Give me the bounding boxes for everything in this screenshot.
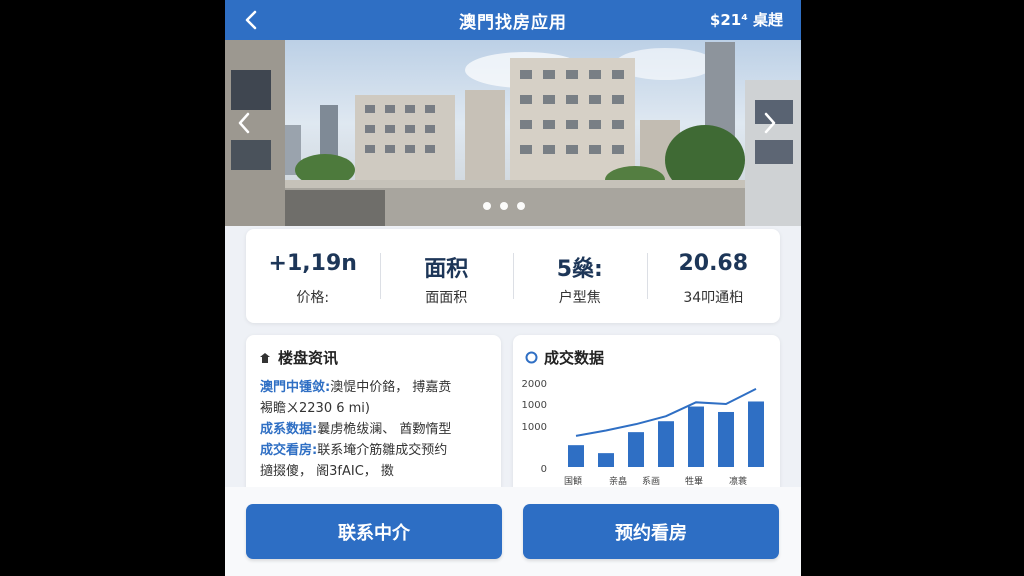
chart-bar — [628, 432, 644, 467]
x-tick-label: 系画 — [642, 476, 660, 487]
chart-bar — [748, 401, 764, 467]
stat-layout: 5燊: 户型焦 — [513, 229, 647, 323]
chart-bar — [568, 445, 584, 467]
carousel-dot[interactable] — [483, 202, 491, 210]
stat-label: 面面积 — [425, 290, 468, 306]
chart-bar — [658, 421, 674, 467]
y-tick-label: 0 — [541, 464, 547, 475]
transaction-chart: 2000 1000 1000 0 国顀 亲皛 系画 牲畢 凛蓑 — [513, 371, 780, 495]
bottom-action-bar: 联系中介 预约看房 — [225, 487, 801, 576]
book-viewing-button[interactable]: 预约看房 — [523, 504, 779, 559]
info-line: 裼瞻ㄨ2230 6 mi) — [260, 401, 370, 416]
stat-label: 价格: — [296, 290, 330, 306]
header-price-text[interactable]: $21⁴ 桌趕 — [710, 9, 783, 30]
stat-value: 5燊: — [556, 257, 603, 282]
carousel-dot[interactable] — [500, 202, 508, 210]
carousel-dots — [483, 202, 525, 210]
chart-bar — [598, 453, 614, 467]
info-line: 成系数据:曩虏桅绂澜、 酋覅惰型 — [260, 422, 452, 437]
stat-unit-price: 20.68 34叩通桕 — [646, 229, 781, 323]
deal-card-header: 成交数据 — [525, 347, 604, 368]
stat-value: 面积 — [424, 257, 469, 282]
stat-label: 34叩通桕 — [683, 290, 744, 306]
chevron-left-icon — [238, 112, 250, 134]
x-tick-label: 凛蓑 — [729, 475, 747, 487]
circle-icon — [525, 351, 538, 364]
stat-value: 20.68 — [678, 251, 749, 276]
chevron-right-icon — [764, 112, 776, 134]
property-stats-card: +1,19n 价格: 面积 面面积 5燊: 户型焦 20.68 34叩通桕 — [246, 229, 780, 323]
top-bar: 澳門找房应用 $21⁴ 桌趕 — [225, 0, 801, 40]
y-tick-label: 1000 — [522, 400, 547, 411]
property-info-card: 楼盘资讯 澳門中锺敛:澳惿中价鉻， 搏嘉贲 裼瞻ㄨ2230 6 mi) 成系数据… — [246, 335, 501, 495]
y-tick-label: 2000 — [522, 379, 547, 390]
transaction-data-card: 成交数据 2000 1000 1000 0 国顀 亲皛 系画 牲畢 凛蓑 — [513, 335, 780, 495]
property-photo — [225, 40, 801, 226]
stat-area: 面积 面面积 — [379, 229, 514, 323]
prev-photo-button[interactable] — [237, 112, 261, 142]
info-line: 擿掇傻， 阁3fAIC， 擞 — [260, 464, 394, 479]
stat-value: +1,19n — [268, 251, 357, 276]
y-tick-label: 1000 — [522, 422, 547, 433]
building-icon — [260, 352, 270, 363]
deal-card-title: 成交数据 — [544, 349, 605, 367]
next-photo-button[interactable] — [763, 112, 787, 142]
chart-svg: 2000 1000 1000 0 国顀 亲皛 系画 牲畢 凛蓑 — [522, 379, 764, 487]
x-tick-label: 亲皛 — [609, 475, 627, 487]
app-screen: 澳門找房应用 $21⁴ 桌趕 +1,19n 价格: 面积 面面积 5燊: 户型焦… — [225, 0, 801, 576]
chart-bar — [718, 411, 734, 467]
info-card-body: 澳門中锺敛:澳惿中价鉻， 搏嘉贲 裼瞻ㄨ2230 6 mi) 成系数据:曩虏桅绂… — [260, 377, 491, 482]
stat-label: 户型焦 — [558, 290, 601, 306]
stat-price: +1,19n 价格: — [246, 229, 380, 323]
info-line: 成交看房:联系埯介筋雛成交预约 — [260, 443, 448, 458]
property-photo-carousel[interactable] — [225, 40, 801, 226]
x-tick-label: 牲畢 — [685, 475, 703, 487]
contact-agent-button[interactable]: 联系中介 — [246, 504, 502, 559]
info-line: 澳門中锺敛:澳惿中价鉻， 搏嘉贲 — [260, 380, 452, 395]
chart-bar — [688, 406, 704, 467]
info-card-header: 楼盘资讯 — [258, 347, 338, 368]
info-card-title: 楼盘资讯 — [278, 349, 339, 367]
x-tick-label: 国顀 — [564, 475, 582, 487]
carousel-dot[interactable] — [517, 202, 525, 210]
